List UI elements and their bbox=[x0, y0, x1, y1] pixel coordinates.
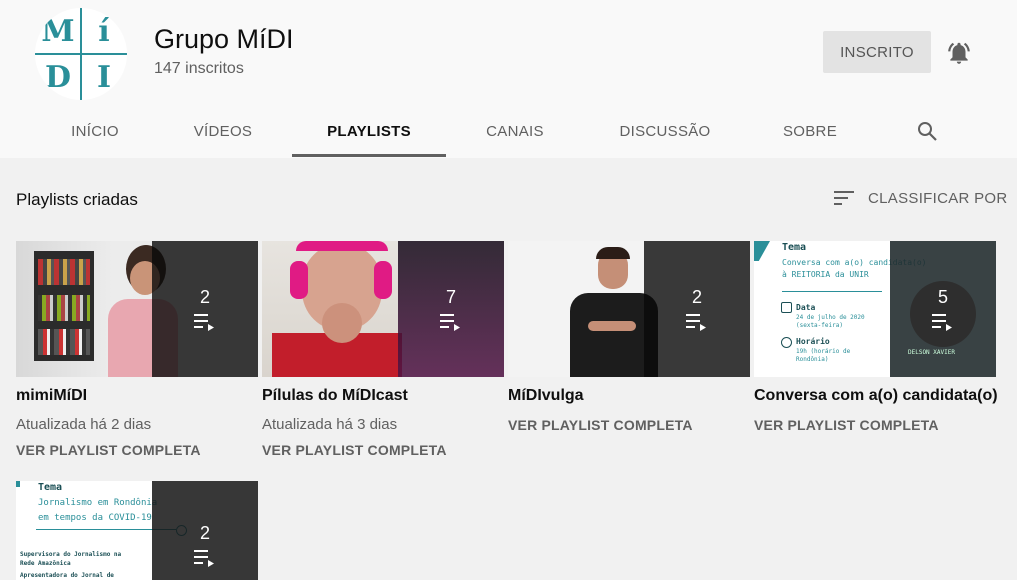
playlist-overlay: 2 bbox=[644, 241, 750, 377]
slide-line: à REITORIA da UNIR bbox=[782, 270, 869, 279]
playlist-play-icon bbox=[440, 313, 460, 331]
playlist-title[interactable]: mimiMíDI bbox=[16, 387, 258, 405]
slide-role: Rede Amazônica bbox=[20, 560, 71, 567]
playlist-card[interactable]: Tema Conversa com a(o) candidata(o) à RE… bbox=[754, 241, 998, 433]
subscribe-button[interactable]: INSCRITO bbox=[823, 31, 931, 73]
playlist-thumbnail[interactable]: Tema Conversa com a(o) candidata(o) à RE… bbox=[754, 241, 996, 377]
view-playlist-link[interactable]: VER PLAYLIST COMPLETA bbox=[16, 442, 258, 458]
video-count: 2 bbox=[691, 286, 702, 307]
playlist-card[interactable]: 7 Pílulas do MíDIcast Atualizada há 3 di… bbox=[262, 241, 504, 458]
video-count: 7 bbox=[445, 286, 456, 307]
tab-canais[interactable]: CANAIS bbox=[470, 108, 560, 154]
playlist-card[interactable]: 2 MíDIvulga VER PLAYLIST COMPLETA bbox=[508, 241, 750, 433]
playlist-updated: Atualizada há 3 dias bbox=[262, 416, 398, 433]
playlist-overlay: 2 bbox=[152, 481, 258, 580]
tab-inicio[interactable]: INÍCIO bbox=[55, 108, 135, 154]
playlist-card[interactable]: Tema Jornalismo em Rondônia em tempos da… bbox=[16, 481, 258, 580]
view-playlist-link[interactable]: VER PLAYLIST COMPLETA bbox=[262, 442, 504, 458]
slide-role: Supervisora do Jornalismo na bbox=[20, 551, 122, 558]
tab-videos[interactable]: VÍDEOS bbox=[180, 108, 266, 154]
playlist-thumbnail[interactable]: 2 bbox=[16, 241, 258, 377]
playlist-thumbnail[interactable]: 7 bbox=[262, 241, 504, 377]
channel-tabs: INÍCIO VÍDEOS PLAYLISTS CANAIS DISCUSSÃO… bbox=[0, 108, 1017, 158]
avatar-divider bbox=[35, 53, 127, 55]
channel-header: M í D I Grupo MíDI 147 inscritos INSCRIT… bbox=[0, 0, 1017, 158]
search-icon[interactable] bbox=[915, 119, 939, 143]
playlist-overlay: 5 DELSON XAVIER bbox=[890, 241, 996, 377]
playlist-updated: Atualizada há 2 dias bbox=[16, 416, 152, 433]
view-playlist-link[interactable]: VER PLAYLIST COMPLETA bbox=[754, 417, 996, 433]
clock-icon bbox=[781, 337, 792, 348]
channel-name: Grupo MíDI bbox=[154, 24, 294, 54]
playlist-play-icon bbox=[686, 313, 706, 331]
sort-button[interactable]: CLASSIFICAR POR bbox=[834, 189, 1008, 207]
avatar-letter: I bbox=[96, 59, 112, 95]
sort-label: CLASSIFICAR POR bbox=[868, 189, 1008, 207]
slide-time-zone: Rondônia) bbox=[796, 356, 829, 363]
playlist-title[interactable]: MíDIvulga bbox=[508, 387, 750, 405]
tab-playlists[interactable]: PLAYLISTS bbox=[292, 108, 446, 157]
playlist-card[interactable]: 2 mimiMíDI Atualizada há 2 dias VER PLAY… bbox=[16, 241, 258, 458]
sort-icon bbox=[834, 191, 854, 205]
slide-time-value: 19h (horário de bbox=[796, 348, 851, 355]
slide-line: Jornalismo em Rondônia bbox=[38, 498, 158, 508]
slide-date-label: Data bbox=[796, 303, 816, 312]
playlist-play-icon bbox=[194, 550, 214, 567]
slide-heading: Tema bbox=[38, 482, 63, 493]
playlist-title[interactable]: Pílulas do MíDIcast bbox=[262, 387, 504, 405]
avatar-letter: í bbox=[98, 13, 110, 49]
video-count: 2 bbox=[199, 523, 210, 543]
slide-role: Apresentadora do Jornal de bbox=[20, 572, 114, 579]
tab-discussao[interactable]: DISCUSSÃO bbox=[605, 108, 725, 154]
avatar-letter: D bbox=[44, 59, 71, 95]
bell-icon[interactable] bbox=[946, 40, 972, 66]
playlist-thumbnail[interactable]: Tema Jornalismo em Rondônia em tempos da… bbox=[16, 481, 258, 580]
avatar-letter: M bbox=[41, 13, 75, 49]
video-count: 2 bbox=[199, 286, 210, 307]
playlist-play-icon bbox=[194, 313, 214, 331]
slide-line: em tempos da COVID-19 bbox=[38, 513, 152, 523]
slide-time-label: Horário bbox=[796, 337, 830, 346]
slide-heading: Tema bbox=[782, 242, 807, 253]
video-count: 5 bbox=[937, 286, 948, 307]
playlist-overlay: 7 bbox=[398, 241, 504, 377]
view-playlist-link[interactable]: VER PLAYLIST COMPLETA bbox=[508, 417, 750, 433]
tab-sobre[interactable]: SOBRE bbox=[770, 108, 850, 154]
playlist-thumbnail[interactable]: 2 bbox=[508, 241, 750, 377]
slide-date-day: (sexta-feira) bbox=[796, 322, 843, 329]
playlist-play-icon bbox=[932, 313, 952, 331]
playlist-overlay: 2 bbox=[152, 241, 258, 377]
channel-avatar[interactable]: M í D I bbox=[35, 8, 127, 100]
slide-guest: DELSON XAVIER bbox=[908, 349, 955, 356]
slide-date-value: 24 de julho de 2020 bbox=[796, 314, 865, 321]
playlist-title[interactable]: Conversa com a(o) candidata(o) bbox=[754, 387, 998, 405]
subscriber-count: 147 inscritos bbox=[154, 60, 244, 77]
calendar-icon bbox=[781, 302, 792, 313]
section-title: Playlists criadas bbox=[16, 190, 138, 209]
